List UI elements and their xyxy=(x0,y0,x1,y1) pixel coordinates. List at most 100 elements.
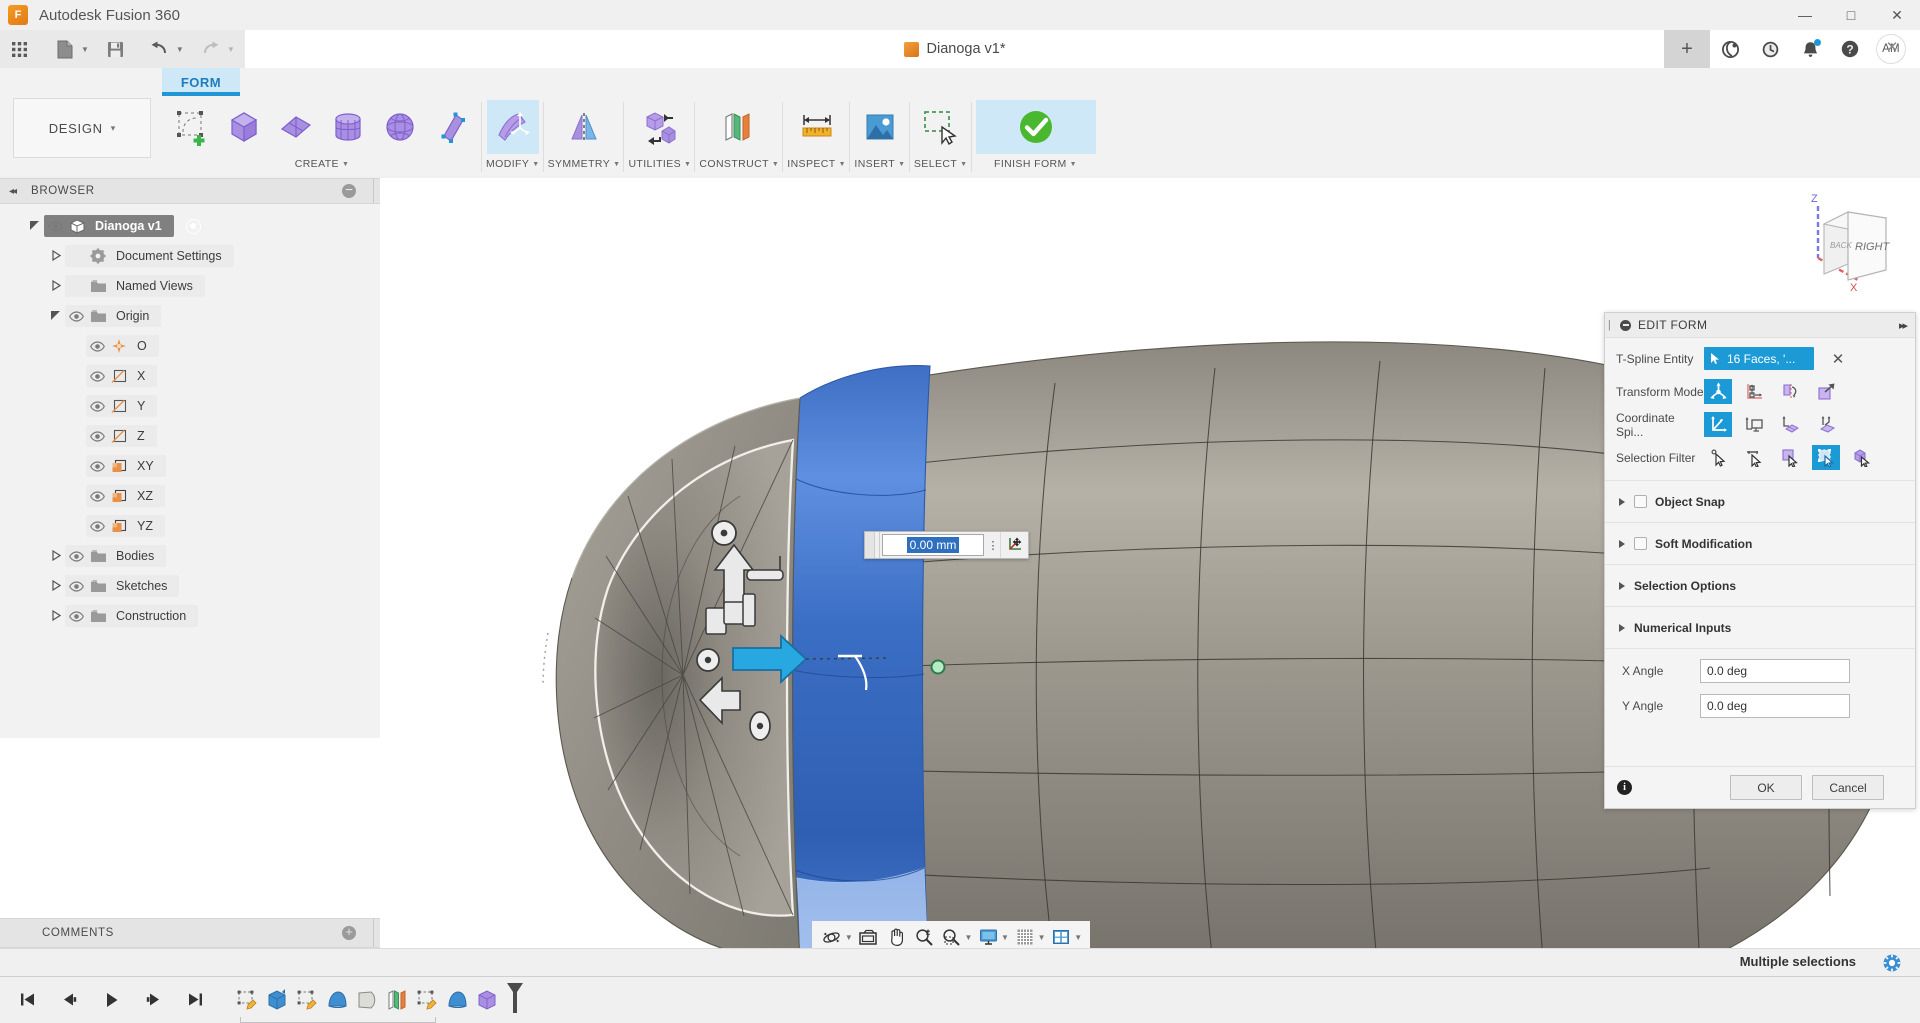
tree-item-dianoga-v1[interactable]: Dianoga v1 xyxy=(0,211,380,241)
convert-icon[interactable] xyxy=(634,100,686,154)
tree-item-construction[interactable]: Construction xyxy=(0,601,380,631)
collapse-browser-icon[interactable]: ◂◂ xyxy=(9,186,15,197)
tree-item-z[interactable]: Z xyxy=(0,421,380,451)
activate-component-radio[interactable] xyxy=(186,219,201,234)
valuebox-grip-2[interactable] xyxy=(875,532,880,558)
pan-window-icon[interactable] xyxy=(856,924,880,950)
coordinate-face-icon[interactable] xyxy=(1776,412,1804,437)
feature-sketch2-icon[interactable] xyxy=(292,985,322,1015)
tree-row[interactable]: Sketches xyxy=(65,575,179,597)
soft-modification-checkbox[interactable] xyxy=(1634,537,1647,550)
tree-row[interactable]: XY xyxy=(86,455,166,477)
visibility-eye-icon[interactable] xyxy=(86,461,108,472)
new-file-icon[interactable] xyxy=(50,34,80,64)
ok-button[interactable]: OK xyxy=(1730,775,1802,800)
tree-row[interactable]: Z xyxy=(86,425,157,447)
browser-pin-icon[interactable]: − xyxy=(342,184,356,198)
dimension-value-input[interactable]: 0.00 mm xyxy=(882,534,984,556)
notifications-icon[interactable] xyxy=(1790,30,1830,68)
tree-row[interactable]: YZ xyxy=(86,515,165,537)
object-snap-checkbox[interactable] xyxy=(1634,495,1647,508)
extensions-icon[interactable] xyxy=(1710,30,1750,68)
close-tab-button[interactable]: ✕ xyxy=(1884,41,1900,57)
fit-caret-icon[interactable]: ▼ xyxy=(964,933,972,942)
visibility-eye-icon[interactable] xyxy=(65,581,87,592)
gear-icon[interactable] xyxy=(1882,953,1902,973)
feature-sketch3-icon[interactable] xyxy=(412,985,442,1015)
app-grid-icon[interactable] xyxy=(4,34,34,64)
transform-mode-translate-icon[interactable] xyxy=(1740,379,1768,404)
feature-plane-icon[interactable] xyxy=(382,985,412,1015)
add-tab-button[interactable]: + xyxy=(1664,30,1710,68)
edit-form-icon[interactable] xyxy=(487,100,539,154)
workspace-switcher[interactable]: DESIGN ▾ xyxy=(13,98,151,158)
zoom-icon[interactable] xyxy=(912,924,936,950)
object-snap-disclosure-icon[interactable] xyxy=(1619,498,1625,506)
tree-disclosure-closed-icon[interactable] xyxy=(47,250,65,263)
orbit-caret-icon[interactable]: ▼ xyxy=(845,933,853,942)
window-controls[interactable]: — □ ✕ xyxy=(1782,0,1920,30)
visibility-eye-icon[interactable] xyxy=(65,551,87,562)
quadball-icon[interactable] xyxy=(426,100,478,154)
tree-row[interactable]: Origin xyxy=(65,305,161,327)
transform-mode-rotate-icon[interactable] xyxy=(1776,379,1804,404)
feature-form-icon[interactable] xyxy=(472,985,502,1015)
finish-form-check-icon[interactable] xyxy=(976,100,1096,154)
x-angle-input[interactable] xyxy=(1700,659,1850,683)
tree-row[interactable]: O xyxy=(86,335,159,357)
grid-snap-caret-icon[interactable]: ▼ xyxy=(1038,933,1046,942)
maximize-button[interactable]: □ xyxy=(1828,0,1874,30)
tree-row[interactable]: X xyxy=(86,365,157,387)
tree-disclosure-closed-icon[interactable] xyxy=(47,610,65,623)
timeline-marker-icon[interactable] xyxy=(504,981,526,1018)
feature-sketch-icon[interactable] xyxy=(232,985,262,1015)
visibility-eye-icon[interactable] xyxy=(86,371,108,382)
undo-caret-icon[interactable]: ▼ xyxy=(176,45,184,54)
tree-item-sketches[interactable]: Sketches xyxy=(0,571,380,601)
visibility-eye-icon[interactable] xyxy=(86,401,108,412)
move-axis-icon[interactable] xyxy=(1000,532,1028,558)
coordinate-normal-icon[interactable] xyxy=(1812,412,1840,437)
tree-item-document-settings[interactable]: Document Settings xyxy=(0,241,380,271)
document-tab[interactable]: Dianoga v1* xyxy=(245,30,1664,68)
cancel-button[interactable]: Cancel xyxy=(1812,775,1884,800)
tree-disclosure-closed-icon[interactable] xyxy=(47,280,65,293)
panel-symmetry-caret-icon[interactable]: ▼ xyxy=(613,161,620,168)
y-angle-input[interactable] xyxy=(1700,694,1850,718)
timeline-next-icon[interactable] xyxy=(138,985,168,1015)
visibility-eye-icon[interactable] xyxy=(65,611,87,622)
tree-item-yz[interactable]: YZ xyxy=(0,511,380,541)
help-icon[interactable]: ? xyxy=(1830,30,1870,68)
tree-item-named-views[interactable]: Named Views xyxy=(0,271,380,301)
cylinder-icon[interactable] xyxy=(322,100,374,154)
tree-item-o[interactable]: O xyxy=(0,331,380,361)
filter-edge-icon[interactable] xyxy=(1740,445,1768,470)
tree-row[interactable]: Construction xyxy=(65,605,198,627)
dialog-collapse-icon[interactable] xyxy=(1620,320,1631,331)
fit-icon[interactable]: ▼ xyxy=(939,924,972,950)
feature-fillet-icon[interactable] xyxy=(442,985,472,1015)
tree-item-origin[interactable]: Origin xyxy=(0,301,380,331)
panel-inspect-caret-icon[interactable]: ▼ xyxy=(839,161,846,168)
close-button[interactable]: ✕ xyxy=(1874,0,1920,30)
timeline-start-icon[interactable] xyxy=(12,985,42,1015)
tab-form[interactable]: FORM xyxy=(162,68,240,96)
tree-item-y[interactable]: Y xyxy=(0,391,380,421)
measure-icon[interactable] xyxy=(791,100,843,154)
transform-mode-scale-icon[interactable] xyxy=(1812,379,1840,404)
dimension-input-box[interactable]: 0.00 mm ⋮ xyxy=(864,531,1029,559)
dialog-expand-icon[interactable]: ▸▸ xyxy=(1899,319,1906,332)
timeline-play-icon[interactable] xyxy=(96,985,126,1015)
filter-group-icon[interactable] xyxy=(1812,445,1840,470)
tree-row[interactable]: Bodies xyxy=(65,545,166,567)
viewports-caret-icon[interactable]: ▼ xyxy=(1074,933,1082,942)
clear-selection-button[interactable]: ✕ xyxy=(1831,350,1845,368)
section-numerical-inputs[interactable]: Numerical Inputs xyxy=(1605,606,1915,648)
tree-item-x[interactable]: X xyxy=(0,361,380,391)
tree-item-bodies[interactable]: Bodies xyxy=(0,541,380,571)
sphere-icon[interactable] xyxy=(374,100,426,154)
display-settings-caret-icon[interactable]: ▼ xyxy=(1001,933,1009,942)
panel-construct-caret-icon[interactable]: ▼ xyxy=(772,161,779,168)
valuebox-menu-icon[interactable]: ⋮ xyxy=(986,542,1000,548)
edit-form-header[interactable]: || EDIT FORM ▸▸ xyxy=(1605,313,1915,338)
